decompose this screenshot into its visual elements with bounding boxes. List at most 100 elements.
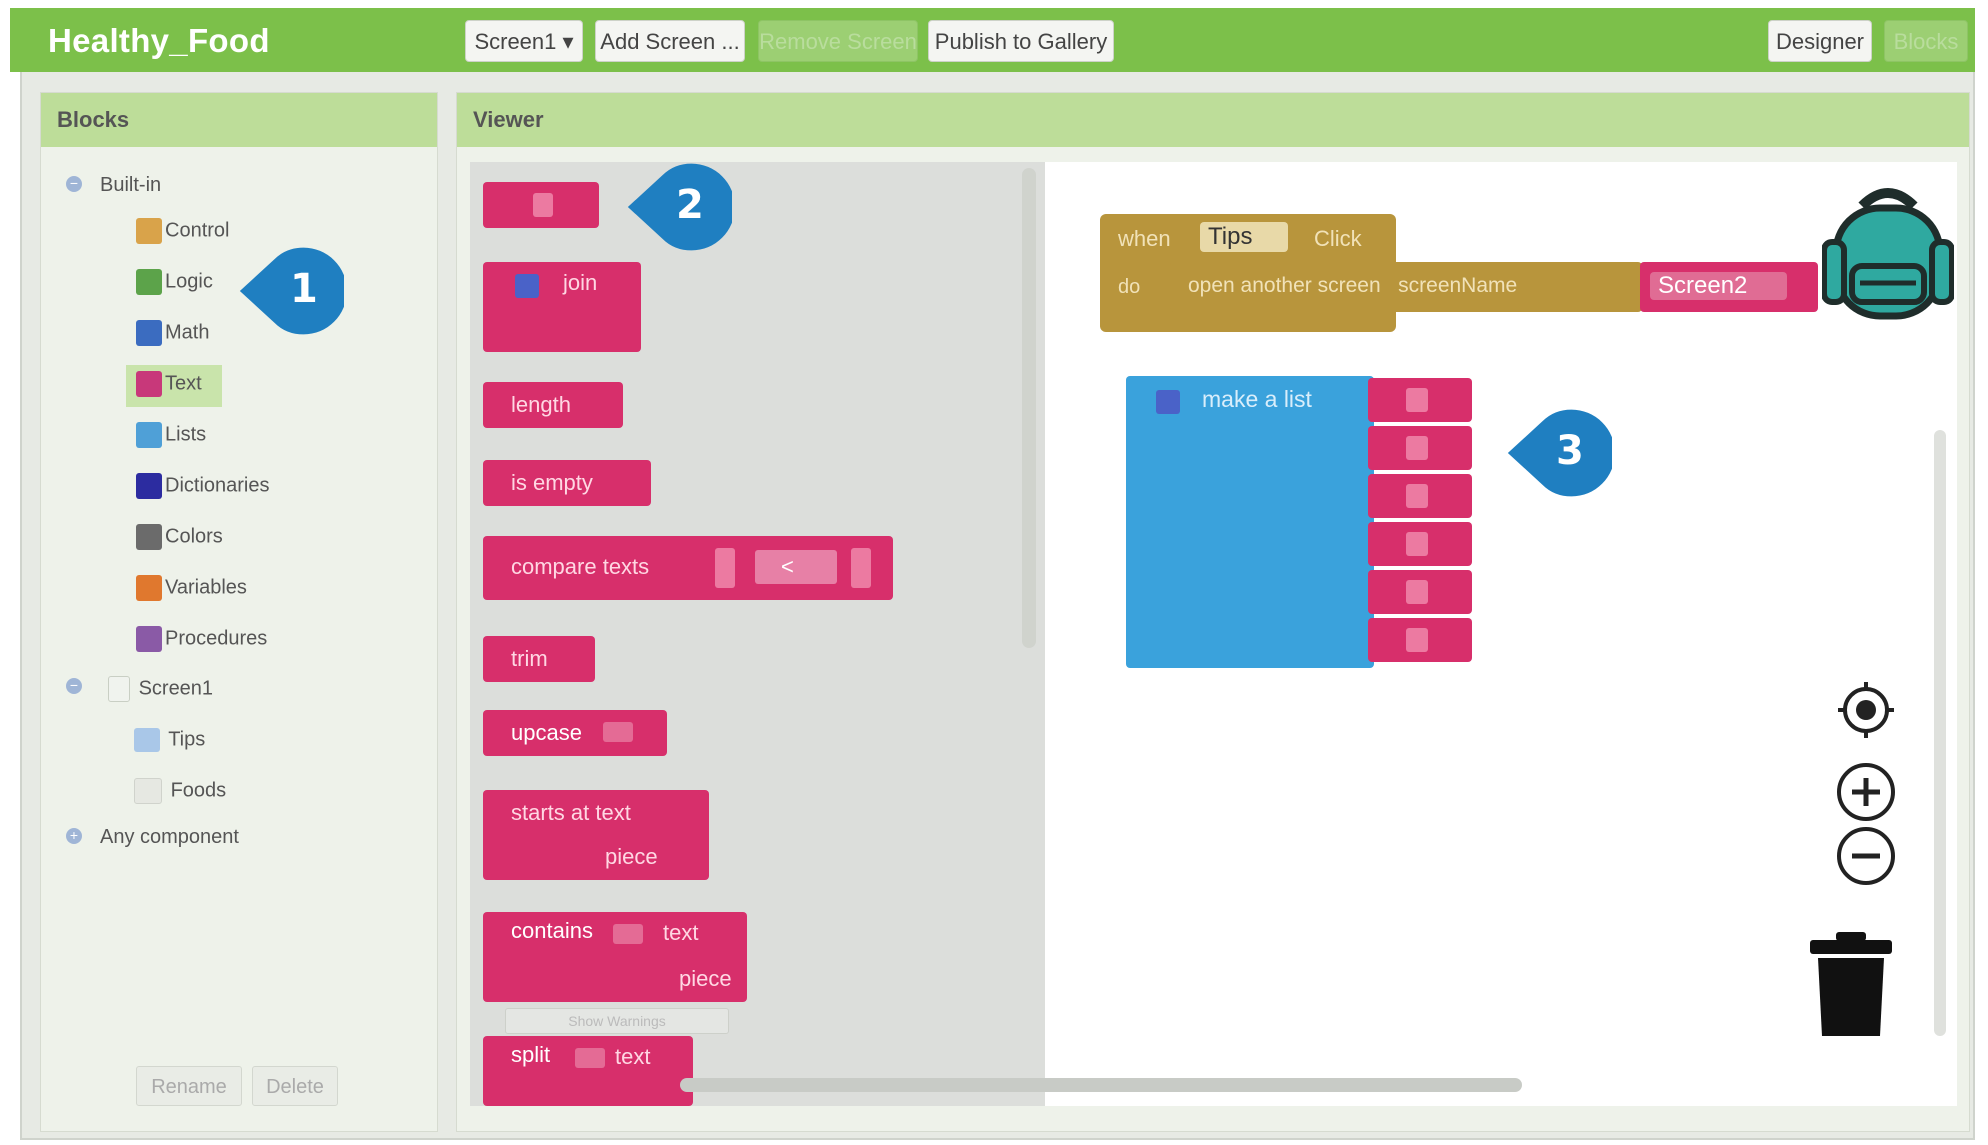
expand-icon[interactable]: + bbox=[66, 828, 82, 844]
backpack-icon[interactable] bbox=[1822, 186, 1954, 322]
trim-block[interactable]: trim bbox=[483, 636, 595, 682]
tree-component-tips[interactable]: Tips bbox=[134, 728, 205, 752]
horizontal-scrollbar[interactable] bbox=[680, 1078, 1522, 1092]
split-text-label: text bbox=[615, 1044, 651, 1069]
category-color-icon bbox=[136, 269, 162, 295]
workspace-scrollbar[interactable] bbox=[1934, 430, 1946, 1036]
recenter-icon[interactable] bbox=[1836, 680, 1896, 740]
list-item-string-block[interactable] bbox=[1368, 570, 1472, 614]
screen-name-string-block[interactable]: Screen2 bbox=[1640, 262, 1818, 312]
collapse-icon[interactable]: − bbox=[66, 678, 82, 694]
category-color-icon bbox=[136, 320, 162, 346]
dropdown-icon bbox=[613, 924, 643, 944]
remove-screen-button[interactable]: Remove Screen bbox=[758, 20, 918, 62]
gear-icon bbox=[515, 274, 539, 298]
category-color-icon bbox=[136, 422, 162, 448]
builtin-item-label: Procedures bbox=[165, 627, 268, 650]
text-slot bbox=[851, 548, 871, 588]
event-component-dropdown[interactable]: Tips bbox=[1200, 222, 1289, 252]
tree-component-label: Tips bbox=[168, 728, 206, 751]
callout-2-number: 2 bbox=[676, 182, 704, 228]
screen-dropdown[interactable]: Screen1 ▾ bbox=[465, 20, 583, 62]
builtin-item-label: Variables bbox=[165, 576, 247, 599]
image-icon bbox=[134, 728, 160, 752]
category-color-icon bbox=[136, 524, 162, 550]
screen-icon bbox=[108, 676, 130, 702]
contains-block[interactable]: contains text piece bbox=[483, 912, 747, 1002]
builtin-item-4[interactable]: Lists bbox=[136, 422, 206, 448]
blocks-panel-title: Blocks bbox=[41, 93, 437, 147]
list-icon bbox=[134, 778, 162, 804]
top-bar: Healthy_Food Screen1 ▾ Add Screen ... Re… bbox=[10, 8, 1975, 72]
make-a-list-block[interactable]: make a list bbox=[1126, 376, 1374, 668]
builtin-item-0[interactable]: Control bbox=[136, 218, 229, 244]
builtin-item-1[interactable]: Logic bbox=[136, 269, 213, 295]
tree-screen1[interactable]: Screen1 bbox=[108, 676, 213, 702]
drawer-scrollbar[interactable] bbox=[1022, 168, 1036, 648]
collapse-icon[interactable]: − bbox=[66, 176, 82, 192]
is-empty-label: is empty bbox=[511, 470, 593, 495]
zoom-out-icon[interactable] bbox=[1834, 824, 1898, 888]
callout-1-number: 1 bbox=[290, 266, 318, 312]
make-a-list-label: make a list bbox=[1202, 386, 1312, 412]
text-slot bbox=[1406, 580, 1428, 604]
blocks-button[interactable]: Blocks bbox=[1884, 20, 1968, 62]
builtin-item-label: Control bbox=[165, 219, 230, 242]
dropdown-icon bbox=[603, 722, 633, 742]
builtin-item-label: Colors bbox=[165, 525, 223, 548]
tree-any-component[interactable]: Any component bbox=[100, 826, 239, 849]
viewer-panel-title: Viewer bbox=[457, 93, 1969, 147]
tree-component-label: Foods bbox=[170, 779, 227, 802]
join-block[interactable]: join bbox=[483, 262, 641, 352]
builtin-item-5[interactable]: Dictionaries bbox=[136, 473, 269, 499]
text-slot bbox=[715, 548, 735, 588]
compare-texts-block[interactable]: compare texts < bbox=[483, 536, 893, 600]
builtin-item-7[interactable]: Variables bbox=[136, 575, 247, 601]
event-do-label: do bbox=[1118, 276, 1141, 298]
list-item-string-block[interactable] bbox=[1368, 426, 1472, 470]
contains-label: contains bbox=[511, 918, 593, 943]
tree-component-foods[interactable]: Foods bbox=[134, 778, 226, 804]
builtin-item-6[interactable]: Colors bbox=[136, 524, 223, 550]
builtin-item-label: Dictionaries bbox=[165, 474, 270, 497]
trash-icon[interactable] bbox=[1806, 930, 1896, 1040]
event-when-label: when bbox=[1118, 226, 1171, 251]
open-screen-label: open another screen screenName bbox=[1188, 274, 1518, 297]
open-screen-block[interactable]: open another screen screenName bbox=[1170, 262, 1642, 312]
text-string-block[interactable] bbox=[483, 182, 599, 228]
add-screen-button[interactable]: Add Screen ... bbox=[595, 20, 745, 62]
delete-button[interactable]: Delete bbox=[252, 1066, 338, 1106]
is-empty-block[interactable]: is empty bbox=[483, 460, 651, 506]
tree-builtin[interactable]: Built-in bbox=[100, 174, 161, 197]
split-block[interactable]: split text bbox=[483, 1036, 693, 1106]
split-label: split bbox=[511, 1042, 551, 1067]
builtin-item-label: Math bbox=[165, 321, 210, 344]
app-title: Healthy_Food bbox=[48, 22, 270, 59]
contains-piece-label: piece bbox=[679, 966, 732, 991]
designer-button[interactable]: Designer bbox=[1768, 20, 1872, 62]
show-warnings-toggle[interactable]: Show Warnings bbox=[505, 1008, 729, 1034]
builtin-item-label: Logic bbox=[165, 270, 213, 293]
rename-button[interactable]: Rename bbox=[136, 1066, 242, 1106]
dropdown-icon bbox=[575, 1048, 605, 1068]
upcase-block[interactable]: upcase bbox=[483, 710, 667, 756]
category-color-icon bbox=[136, 626, 162, 652]
text-slot bbox=[1406, 388, 1428, 412]
list-item-string-block[interactable] bbox=[1368, 474, 1472, 518]
builtin-item-8[interactable]: Procedures bbox=[136, 626, 267, 652]
builtin-item-2[interactable]: Math bbox=[136, 320, 209, 346]
length-block[interactable]: length bbox=[483, 382, 623, 428]
upcase-label: upcase bbox=[511, 720, 582, 745]
starts-at-label: starts at text bbox=[511, 800, 631, 825]
list-item-string-block[interactable] bbox=[1368, 618, 1472, 662]
publish-gallery-button[interactable]: Publish to Gallery bbox=[928, 20, 1114, 62]
starts-at-block[interactable]: starts at text piece bbox=[483, 790, 709, 880]
list-item-string-block[interactable] bbox=[1368, 522, 1472, 566]
trim-label: trim bbox=[511, 646, 548, 671]
zoom-in-icon[interactable] bbox=[1834, 760, 1898, 824]
builtin-item-3[interactable]: Text bbox=[136, 371, 202, 397]
screen-name-value[interactable]: Screen2 bbox=[1650, 272, 1788, 300]
list-item-string-block[interactable] bbox=[1368, 378, 1472, 422]
tree-screen1-label: Screen1 bbox=[138, 677, 214, 700]
starts-at-piece-label: piece bbox=[605, 844, 658, 869]
